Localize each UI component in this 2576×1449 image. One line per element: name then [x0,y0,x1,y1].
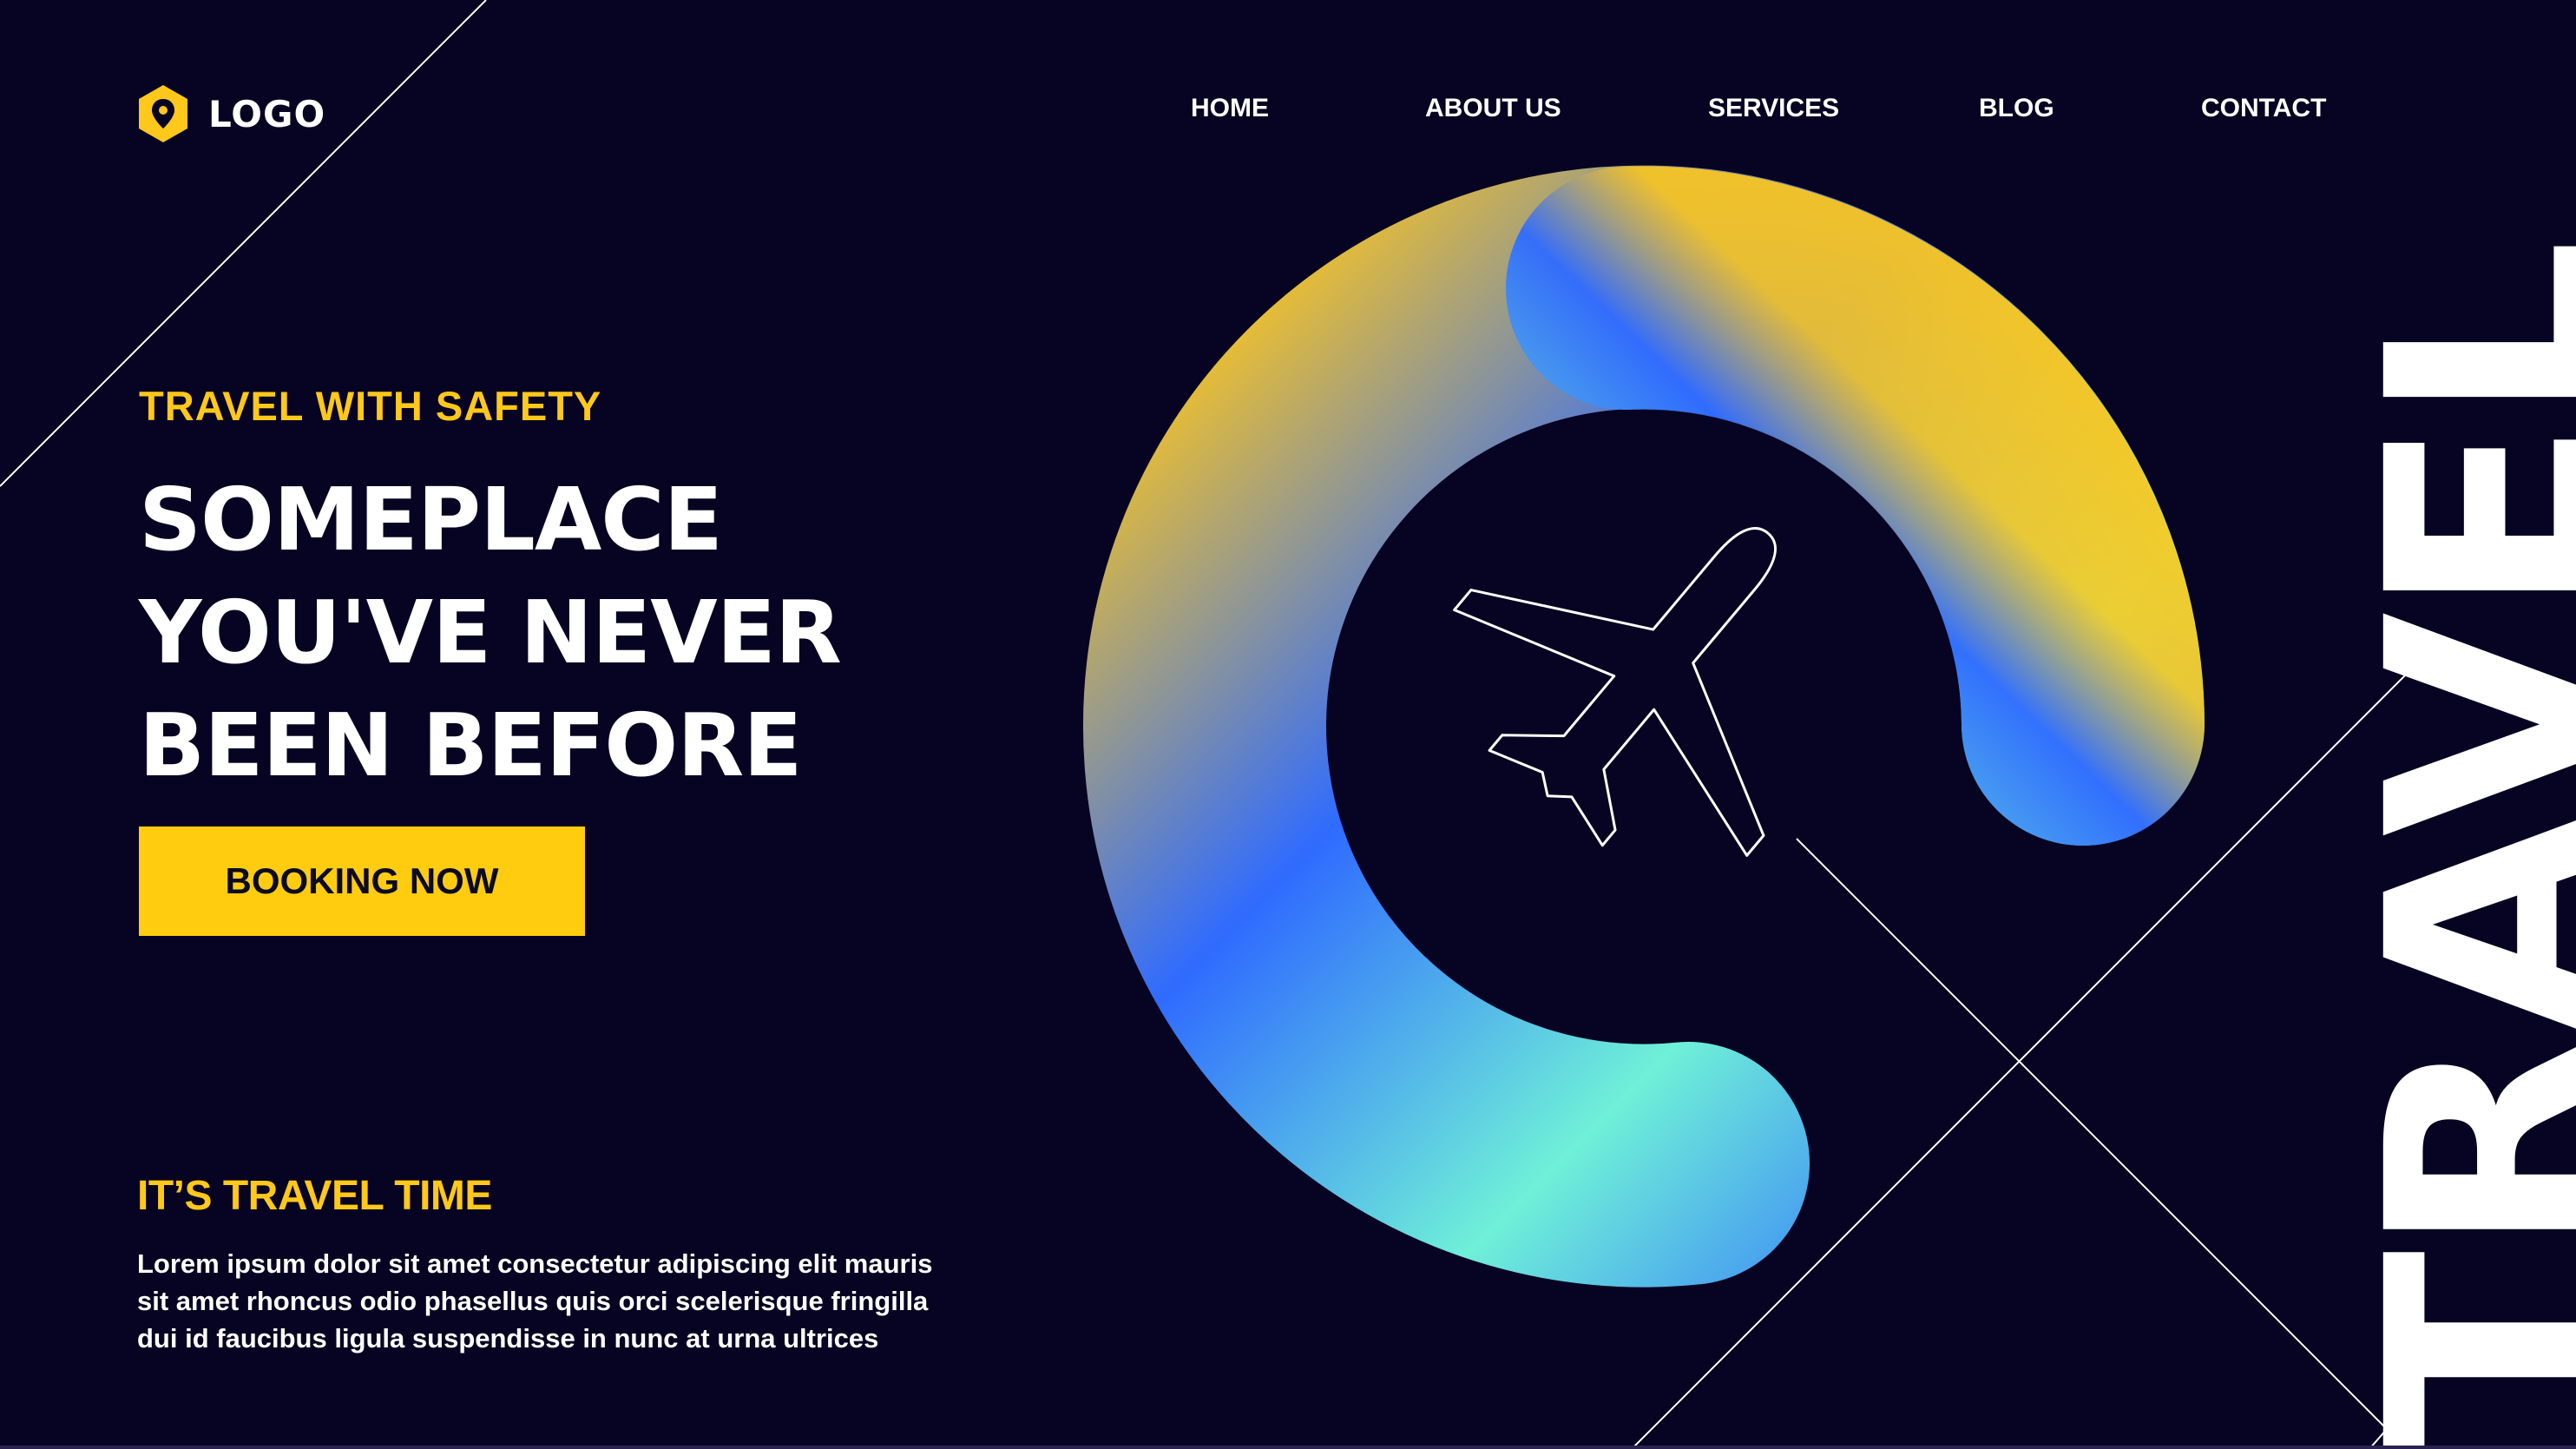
headline-line-1: SOMEPLACE [139,469,723,570]
hero-eyebrow: TRAVEL WITH SAFETY [139,383,602,429]
info-body: Lorem ipsum dolor sit amet consectetur a… [137,1248,933,1353]
nav-item-home[interactable]: HOME [1191,94,1269,123]
gradient-ring-graphic [1083,165,2205,1288]
map-pin-icon [139,85,187,142]
nav-item-services[interactable]: SERVICES [1708,94,1839,123]
hero-headline: SOMEPLACE YOU'VE NEVER BEEN BEFORE [139,464,842,802]
logo[interactable]: LOGO [137,83,325,144]
headline-line-2: YOU'VE NEVER [139,582,842,683]
headline-line-3: BEEN BEFORE [139,695,803,796]
bottom-divider [0,1446,2576,1449]
nav-item-contact[interactable]: CONTACT [2201,94,2326,123]
landing-page: LOGO HOME ABOUT US SERVICES BLOG CONTACT… [0,0,2576,1449]
info-title: IT’S TRAVEL TIME [137,1173,492,1219]
side-travel-word: TRAVEL [2326,243,2576,1449]
nav-item-blog[interactable]: BLOG [1979,94,2054,123]
airplane-icon [1453,527,1777,857]
booking-now-button[interactable]: BOOKING NOW [139,827,585,936]
logo-text: LOGO [208,92,326,135]
nav-item-about-us[interactable]: ABOUT US [1425,94,1561,123]
